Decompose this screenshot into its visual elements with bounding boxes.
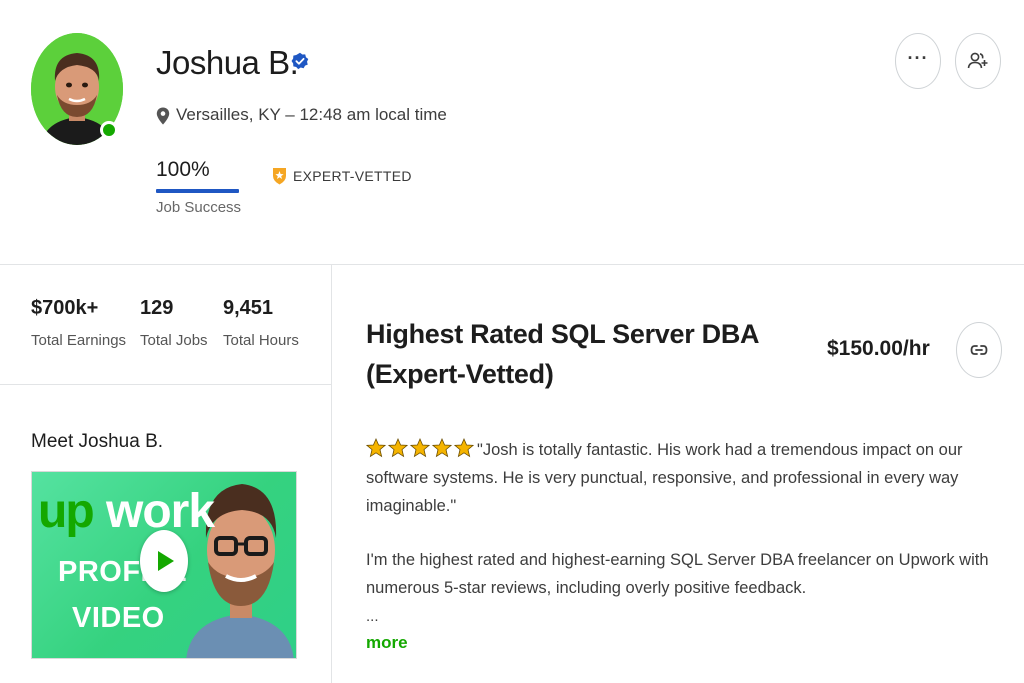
description-ellipsis: ... [366, 608, 379, 625]
star-icon [410, 438, 430, 458]
job-success-label: Job Success [156, 199, 242, 216]
location-pin-icon [156, 107, 170, 125]
play-icon [158, 551, 174, 571]
rating-stars [366, 438, 474, 458]
more-link[interactable]: more [366, 633, 408, 653]
online-status-dot [100, 121, 118, 139]
profile-description: I'm the highest rated and highest-earnin… [366, 551, 989, 597]
verified-badge-icon [291, 52, 309, 70]
job-success-value: 100% [156, 158, 210, 181]
add-to-team-button[interactable] [955, 33, 1001, 89]
stat-total-jobs-value: 129 [140, 297, 174, 319]
star-icon [432, 438, 452, 458]
stat-total-earnings-label: Total Earnings [31, 332, 127, 349]
stat-total-jobs-label: Total Jobs [140, 332, 208, 349]
stats-divider [0, 384, 331, 385]
review-block: "Josh is totally fantastic. His work had… [366, 436, 986, 520]
job-success-bar [156, 189, 239, 193]
star-icon [454, 438, 474, 458]
stat-total-hours-label: Total Hours [223, 332, 299, 349]
hourly-rate: $150.00/hr [827, 337, 930, 360]
section-divider [0, 264, 1024, 265]
listing-title: Highest Rated SQL Server DBA (Expert-Vet… [366, 319, 759, 389]
stat-total-earnings-value: $700k+ [31, 297, 99, 319]
thumbnail-text-video: VIDEO [72, 602, 165, 634]
column-divider [331, 264, 332, 683]
play-video-button[interactable] [140, 530, 188, 592]
more-horizontal-icon: ··· [907, 47, 929, 68]
star-icon [366, 438, 386, 458]
more-options-button[interactable]: ··· [895, 33, 941, 89]
video-heading: Meet Joshua B. [31, 431, 164, 452]
star-icon [388, 438, 408, 458]
stat-total-hours-value: 9,451 [223, 297, 274, 319]
profile-video-thumbnail[interactable]: up work PROFILE VIDEO [31, 471, 297, 659]
expert-vetted-shield-icon [273, 168, 286, 185]
profile-name: Joshua B. [156, 44, 299, 81]
expert-vetted-badge: EXPERT-VETTED [293, 168, 412, 184]
thumbnail-logo-up: up [38, 485, 95, 538]
add-user-icon [967, 52, 988, 69]
copy-link-button[interactable] [956, 322, 1002, 378]
location-text: Versailles, KY – 12:48 am local time [176, 105, 447, 124]
link-icon [970, 345, 988, 355]
